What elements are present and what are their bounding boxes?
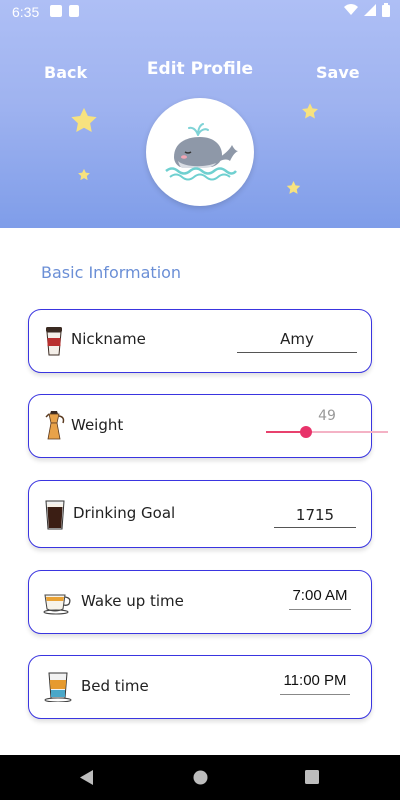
- wake-up-time-picker[interactable]: 7:00 AM: [289, 587, 351, 610]
- weight-slider-thumb[interactable]: [300, 426, 313, 438]
- star-decoration-icon: [286, 181, 301, 194]
- nav-home-icon[interactable]: [193, 770, 208, 785]
- nickname-card: Nickname Amy: [28, 309, 372, 373]
- profile-header: Back Edit Profile Save: [0, 0, 400, 228]
- cola-glass-icon: [45, 500, 65, 530]
- nickname-input[interactable]: Amy: [237, 330, 357, 353]
- star-decoration-icon: [78, 168, 90, 181]
- battery-icon: [382, 3, 390, 17]
- coffee-cup-icon: [46, 327, 62, 356]
- weight-card: Weight 49: [28, 394, 388, 458]
- status-time: 6:35: [12, 4, 40, 20]
- star-decoration-icon: [302, 103, 318, 119]
- weight-label: Weight: [71, 416, 124, 434]
- wifi-icon: [344, 4, 358, 15]
- nav-recents-icon[interactable]: [305, 770, 319, 784]
- wake-up-time-card: Wake up time 7:00 AM: [28, 570, 372, 634]
- drinking-goal-input[interactable]: 1715: [274, 506, 356, 528]
- notification-icon: [50, 5, 62, 17]
- section-title: Basic Information: [41, 263, 182, 282]
- save-button[interactable]: Save: [316, 63, 360, 82]
- signal-icon: [364, 4, 376, 16]
- edit-profile-screen: Back Edit Profile Save 6:35 Basic Inform…: [0, 0, 400, 800]
- drinking-goal-label: Drinking Goal: [73, 504, 176, 522]
- drinking-goal-card: Drinking Goal 1715: [28, 480, 372, 548]
- latte-glass-icon: [44, 672, 72, 702]
- system-nav-bar: [0, 755, 400, 800]
- bed-time-card: Bed time 11:00 PM: [28, 655, 372, 719]
- status-bar: 6:35: [0, 0, 400, 24]
- moka-pot-icon: [45, 411, 65, 440]
- bed-time-label: Bed time: [81, 677, 149, 695]
- wake-up-time-label: Wake up time: [81, 592, 184, 610]
- nickname-label: Nickname: [71, 330, 146, 348]
- sd-card-icon: [69, 5, 79, 17]
- nav-back-icon[interactable]: [80, 770, 94, 785]
- tea-cup-icon: [43, 594, 71, 615]
- weight-slider[interactable]: [266, 426, 388, 438]
- star-decoration-icon: [71, 107, 97, 132]
- avatar[interactable]: [146, 98, 254, 206]
- bed-time-picker[interactable]: 11:00 PM: [280, 672, 350, 695]
- weight-value: 49: [318, 408, 336, 424]
- whale-icon: [165, 123, 238, 181]
